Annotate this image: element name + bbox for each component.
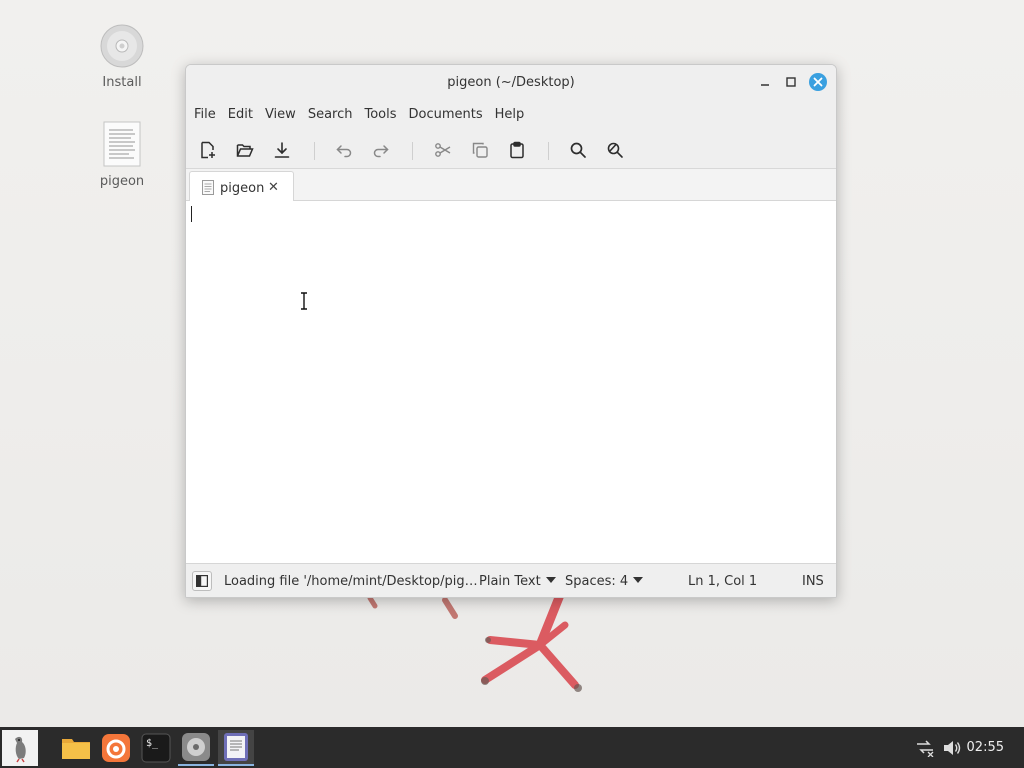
menu-help[interactable]: Help <box>489 107 531 122</box>
text-caret <box>191 206 192 222</box>
desktop-icon-label: pigeon <box>99 174 145 189</box>
taskbar-text-editor[interactable] <box>218 730 254 766</box>
new-document-icon <box>201 141 215 159</box>
side-panel-icon <box>196 575 208 587</box>
status-bar: Loading file '/home/mint/Desktop/pig… Pl… <box>186 563 836 597</box>
network-status[interactable] <box>912 730 938 766</box>
desktop-icon-pigeon[interactable]: pigeon <box>90 121 154 189</box>
tab-pigeon[interactable]: pigeon ✕ <box>189 171 294 202</box>
close-icon <box>809 73 827 91</box>
toolbar-separator <box>412 142 413 160</box>
tab-close-button[interactable]: ✕ <box>268 180 279 195</box>
dropdown-arrow-icon <box>633 577 644 583</box>
volume-control[interactable] <box>940 730 964 766</box>
tab-bar: pigeon ✕ <box>186 169 836 202</box>
menu-file[interactable]: File <box>188 107 222 122</box>
copy-button[interactable] <box>469 139 491 161</box>
status-message: Loading file '/home/mint/Desktop/pig… <box>224 574 478 589</box>
text-editor-icon <box>224 733 248 761</box>
toolbar <box>186 129 836 169</box>
taskbar-files[interactable] <box>58 730 94 766</box>
clock[interactable]: 02:55 <box>967 740 1004 755</box>
text-editor-area[interactable] <box>186 201 836 563</box>
window-title: pigeon (~/Desktop) <box>447 75 575 90</box>
taskbar-disk-manager[interactable] <box>178 730 214 766</box>
indent-label: Spaces: 4 <box>565 574 629 589</box>
find-replace-button[interactable] <box>604 139 626 161</box>
new-document-button[interactable] <box>197 139 219 161</box>
clipboard-icon <box>510 141 524 159</box>
disc-icon <box>100 24 144 68</box>
find-replace-icon <box>607 142 623 158</box>
find-button[interactable] <box>567 139 589 161</box>
maximize-icon <box>786 77 796 87</box>
download-icon <box>274 142 290 158</box>
folder-icon <box>62 739 90 759</box>
side-panel-toggle-button[interactable] <box>192 571 212 591</box>
start-menu-button[interactable] <box>2 730 38 766</box>
copy-icon <box>472 142 488 158</box>
desktop-icon-install[interactable]: Install <box>90 24 154 90</box>
open-folder-icon <box>236 144 254 157</box>
search-icon <box>570 142 586 158</box>
network-disconnected-icon <box>917 740 934 757</box>
menu-tools[interactable]: Tools <box>358 107 402 122</box>
menu-search[interactable]: Search <box>302 107 359 122</box>
minimize-icon <box>761 84 769 86</box>
cut-button[interactable] <box>432 139 454 161</box>
document-icon <box>202 180 214 195</box>
redo-button[interactable] <box>370 139 392 161</box>
language-selector[interactable]: Plain Text <box>479 574 556 589</box>
window-titlebar[interactable]: pigeon (~/Desktop) <box>186 65 836 99</box>
disk-icon <box>182 733 210 761</box>
menu-documents[interactable]: Documents <box>403 107 489 122</box>
text-file-icon <box>103 121 141 167</box>
menu-edit[interactable]: Edit <box>222 107 259 122</box>
ibeam-cursor-icon <box>301 292 307 310</box>
dropdown-arrow-icon <box>545 577 556 583</box>
desktop-icon-label: Install <box>102 75 142 90</box>
open-button[interactable] <box>234 139 256 161</box>
insert-mode-indicator: INS <box>802 574 824 589</box>
tab-label: pigeon <box>220 181 265 196</box>
taskbar-terminal[interactable]: $_ <box>138 730 174 766</box>
svg-text:$_: $_ <box>146 738 159 749</box>
close-button[interactable] <box>809 73 827 91</box>
indent-selector[interactable]: Spaces: 4 <box>565 574 644 589</box>
toolbar-separator <box>314 142 315 160</box>
firefox-icon <box>102 734 130 762</box>
toolbar-separator <box>548 142 549 160</box>
cursor-position[interactable]: Ln 1, Col 1 <box>688 574 757 589</box>
save-button[interactable] <box>271 139 293 161</box>
volume-icon <box>944 741 961 755</box>
paste-button[interactable] <box>506 139 528 161</box>
pigeon-menu-icon <box>15 736 26 763</box>
redo-icon <box>373 145 389 158</box>
language-label: Plain Text <box>479 574 541 589</box>
minimize-button[interactable] <box>756 73 774 91</box>
taskbar: $_ 02:55 <box>0 727 1024 768</box>
menubar: File Edit View Search Tools Documents He… <box>186 99 836 129</box>
scissors-icon <box>435 143 451 157</box>
undo-icon <box>336 145 352 158</box>
maximize-button[interactable] <box>782 73 800 91</box>
taskbar-firefox[interactable] <box>98 730 134 766</box>
terminal-icon: $_ <box>141 733 171 763</box>
text-editor-window: pigeon (~/Desktop) File Edit View Search… <box>185 64 837 598</box>
undo-button[interactable] <box>333 139 355 161</box>
menu-view[interactable]: View <box>259 107 302 122</box>
